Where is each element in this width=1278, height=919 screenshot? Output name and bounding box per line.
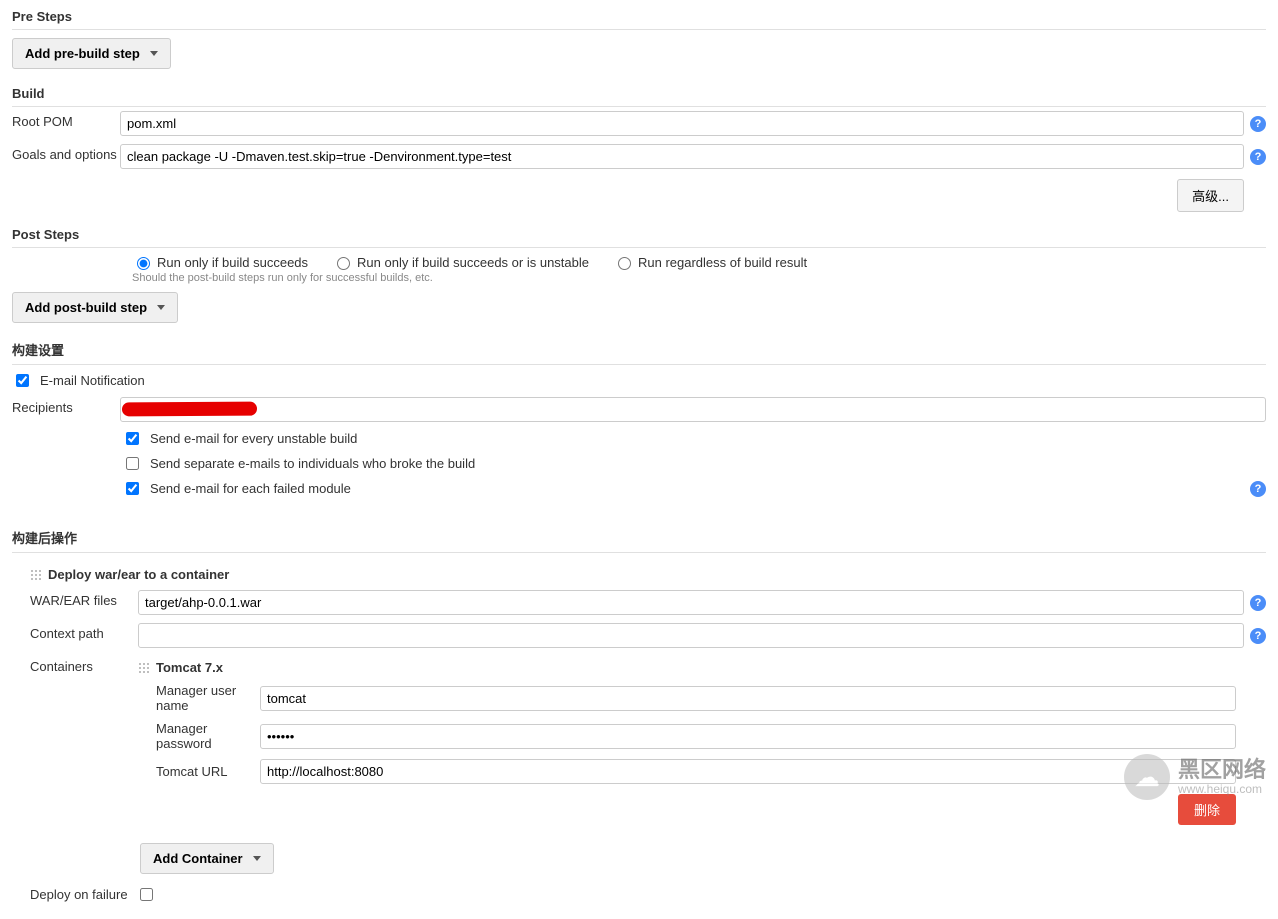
manager-username-label: Manager user name — [156, 683, 260, 713]
add-pre-build-step-label: Add pre-build step — [25, 46, 140, 61]
email-failed-module-label: Send e-mail for each failed module — [150, 481, 351, 496]
radio-run-succeeds[interactable]: Run only if build succeeds — [132, 254, 308, 270]
chevron-down-icon — [157, 305, 165, 310]
root-pom-label: Root POM — [12, 111, 120, 129]
war-files-label: WAR/EAR files — [30, 590, 138, 608]
email-notification-label: E-mail Notification — [40, 373, 145, 388]
radio-run-regardless-label: Run regardless of build result — [638, 255, 807, 270]
email-unstable-label: Send e-mail for every unstable build — [150, 431, 357, 446]
help-icon[interactable]: ? — [1250, 149, 1266, 165]
containers-label: Containers — [30, 656, 138, 674]
build-settings-header: 构建设置 — [12, 335, 1266, 365]
deploy-war-title: Deploy war/ear to a container — [48, 567, 229, 582]
help-icon[interactable]: ? — [1250, 628, 1266, 644]
email-unstable-checkbox[interactable] — [126, 432, 139, 445]
advanced-button[interactable]: 高级... — [1177, 179, 1244, 212]
post-steps-header: Post Steps — [12, 222, 1266, 248]
tomcat-title: Tomcat 7.x — [156, 660, 223, 675]
radio-run-unstable-label: Run only if build succeeds or is unstabl… — [357, 255, 589, 270]
add-container-button[interactable]: Add Container — [140, 843, 274, 874]
help-icon[interactable]: ? — [1250, 595, 1266, 611]
tomcat-url-input[interactable] — [260, 759, 1236, 784]
tomcat-url-label: Tomcat URL — [156, 764, 260, 779]
redacted-marker — [122, 401, 257, 416]
chevron-down-icon — [150, 51, 158, 56]
email-failed-module-checkbox[interactable] — [126, 482, 139, 495]
goals-label: Goals and options — [12, 144, 120, 162]
goals-input[interactable] — [120, 144, 1244, 169]
help-icon[interactable]: ? — [1250, 481, 1266, 497]
email-notification-checkbox[interactable] — [16, 374, 29, 387]
context-path-input[interactable] — [138, 623, 1244, 648]
radio-run-unstable-input[interactable] — [337, 257, 350, 270]
build-header: Build — [12, 81, 1266, 107]
add-post-build-step-label: Add post-build step — [25, 300, 147, 315]
radio-run-regardless[interactable]: Run regardless of build result — [613, 254, 807, 270]
radio-run-regardless-input[interactable] — [618, 257, 631, 270]
delete-container-button[interactable]: 删除 — [1178, 794, 1236, 825]
manager-password-input[interactable] — [260, 724, 1236, 749]
deploy-on-failure-label: Deploy on failure — [30, 887, 128, 902]
recipients-label: Recipients — [12, 397, 120, 415]
email-individuals-label: Send separate e-mails to individuals who… — [150, 456, 475, 471]
post-steps-hint: Should the post-build steps run only for… — [12, 272, 1266, 284]
add-post-build-step-button[interactable]: Add post-build step — [12, 292, 178, 323]
radio-run-succeeds-label: Run only if build succeeds — [157, 255, 308, 270]
war-files-input[interactable] — [138, 590, 1244, 615]
post-build-actions-header: 构建后操作 — [12, 523, 1266, 553]
deploy-on-failure-checkbox[interactable] — [140, 888, 153, 901]
manager-password-label: Manager password — [156, 721, 260, 751]
help-icon[interactable]: ? — [1250, 116, 1266, 132]
recipients-input[interactable] — [120, 397, 1266, 422]
email-individuals-checkbox[interactable] — [126, 457, 139, 470]
pre-steps-header: Pre Steps — [12, 4, 1266, 30]
add-pre-build-step-button[interactable]: Add pre-build step — [12, 38, 171, 69]
radio-run-unstable[interactable]: Run only if build succeeds or is unstabl… — [332, 254, 589, 270]
chevron-down-icon — [253, 856, 261, 861]
drag-handle-icon[interactable] — [30, 569, 42, 581]
root-pom-input[interactable] — [120, 111, 1244, 136]
manager-username-input[interactable] — [260, 686, 1236, 711]
drag-handle-icon[interactable] — [138, 662, 150, 674]
add-container-label: Add Container — [153, 851, 243, 866]
context-path-label: Context path — [30, 623, 138, 641]
radio-run-succeeds-input[interactable] — [137, 257, 150, 270]
